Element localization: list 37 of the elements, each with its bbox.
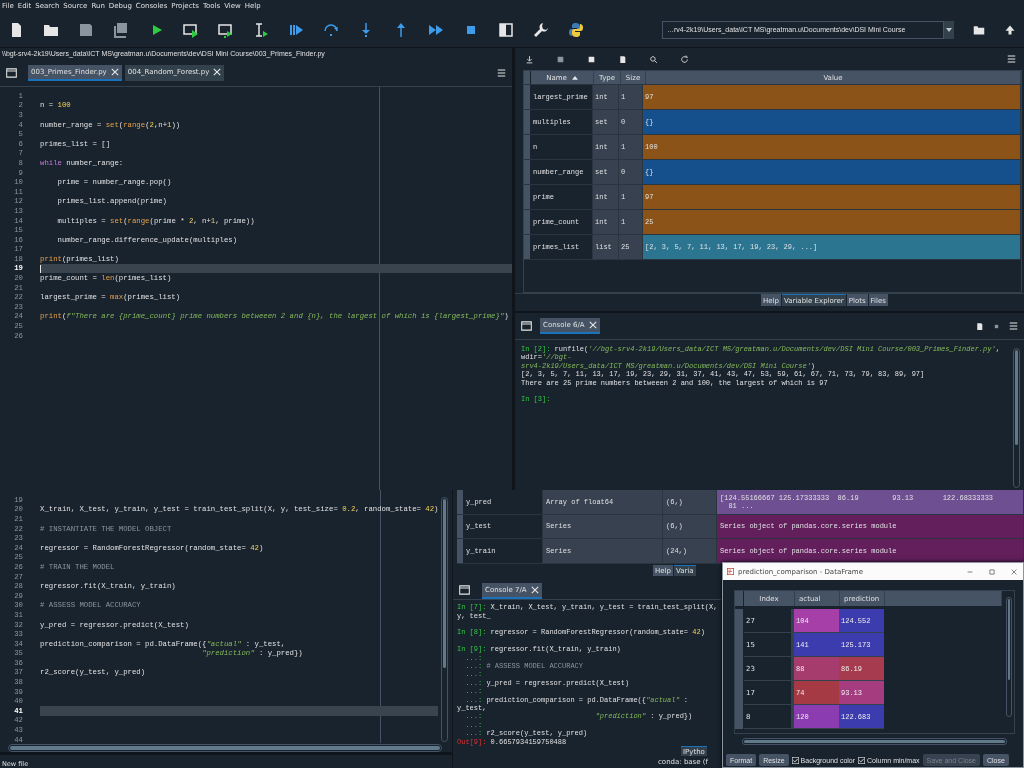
scrollbar[interactable] — [742, 738, 1007, 745]
run-selection-icon[interactable] — [253, 21, 269, 38]
run-cell-advance-icon[interactable] — [218, 21, 234, 38]
step-over-icon[interactable] — [323, 21, 339, 38]
browse-tabs-icon[interactable] — [459, 584, 470, 595]
wrench-icon[interactable] — [533, 21, 549, 38]
import-icon[interactable] — [525, 54, 534, 64]
scrollbar[interactable] — [1006, 597, 1012, 717]
up-arrow-icon[interactable] — [1004, 23, 1016, 36]
row-header — [735, 609, 744, 633]
run-cell-icon[interactable] — [183, 21, 199, 38]
python-icon[interactable] — [568, 21, 584, 38]
open-folder-icon[interactable] — [973, 23, 985, 36]
maximize-pane-icon[interactable] — [498, 21, 514, 38]
menu-icon[interactable] — [1009, 322, 1018, 330]
scrollbar[interactable] — [1013, 348, 1020, 488]
copy-icon[interactable] — [975, 321, 984, 331]
corner-header — [735, 591, 744, 606]
scrollbar[interactable] — [441, 497, 448, 742]
sort-ascending-icon — [571, 75, 578, 80]
scrollbar[interactable] — [8, 744, 442, 752]
save-icon[interactable] — [556, 54, 565, 64]
copy-icon[interactable] — [618, 54, 627, 64]
app-icon — [727, 568, 734, 575]
save-all-icon[interactable] — [113, 21, 129, 38]
close-icon[interactable] — [1011, 568, 1017, 575]
menu-icon[interactable] — [1007, 55, 1016, 63]
menu-icon[interactable] — [497, 69, 506, 77]
refresh-icon[interactable] — [680, 54, 689, 64]
search-icon[interactable] — [649, 54, 658, 64]
checkbox[interactable] — [858, 756, 866, 764]
row-header — [735, 705, 744, 729]
browse-tabs-icon[interactable] — [521, 321, 532, 331]
checkbox[interactable] — [791, 756, 799, 764]
save-icon[interactable] — [78, 21, 94, 38]
save-as-icon[interactable] — [587, 54, 596, 64]
browse-tabs-icon[interactable] — [6, 68, 17, 78]
